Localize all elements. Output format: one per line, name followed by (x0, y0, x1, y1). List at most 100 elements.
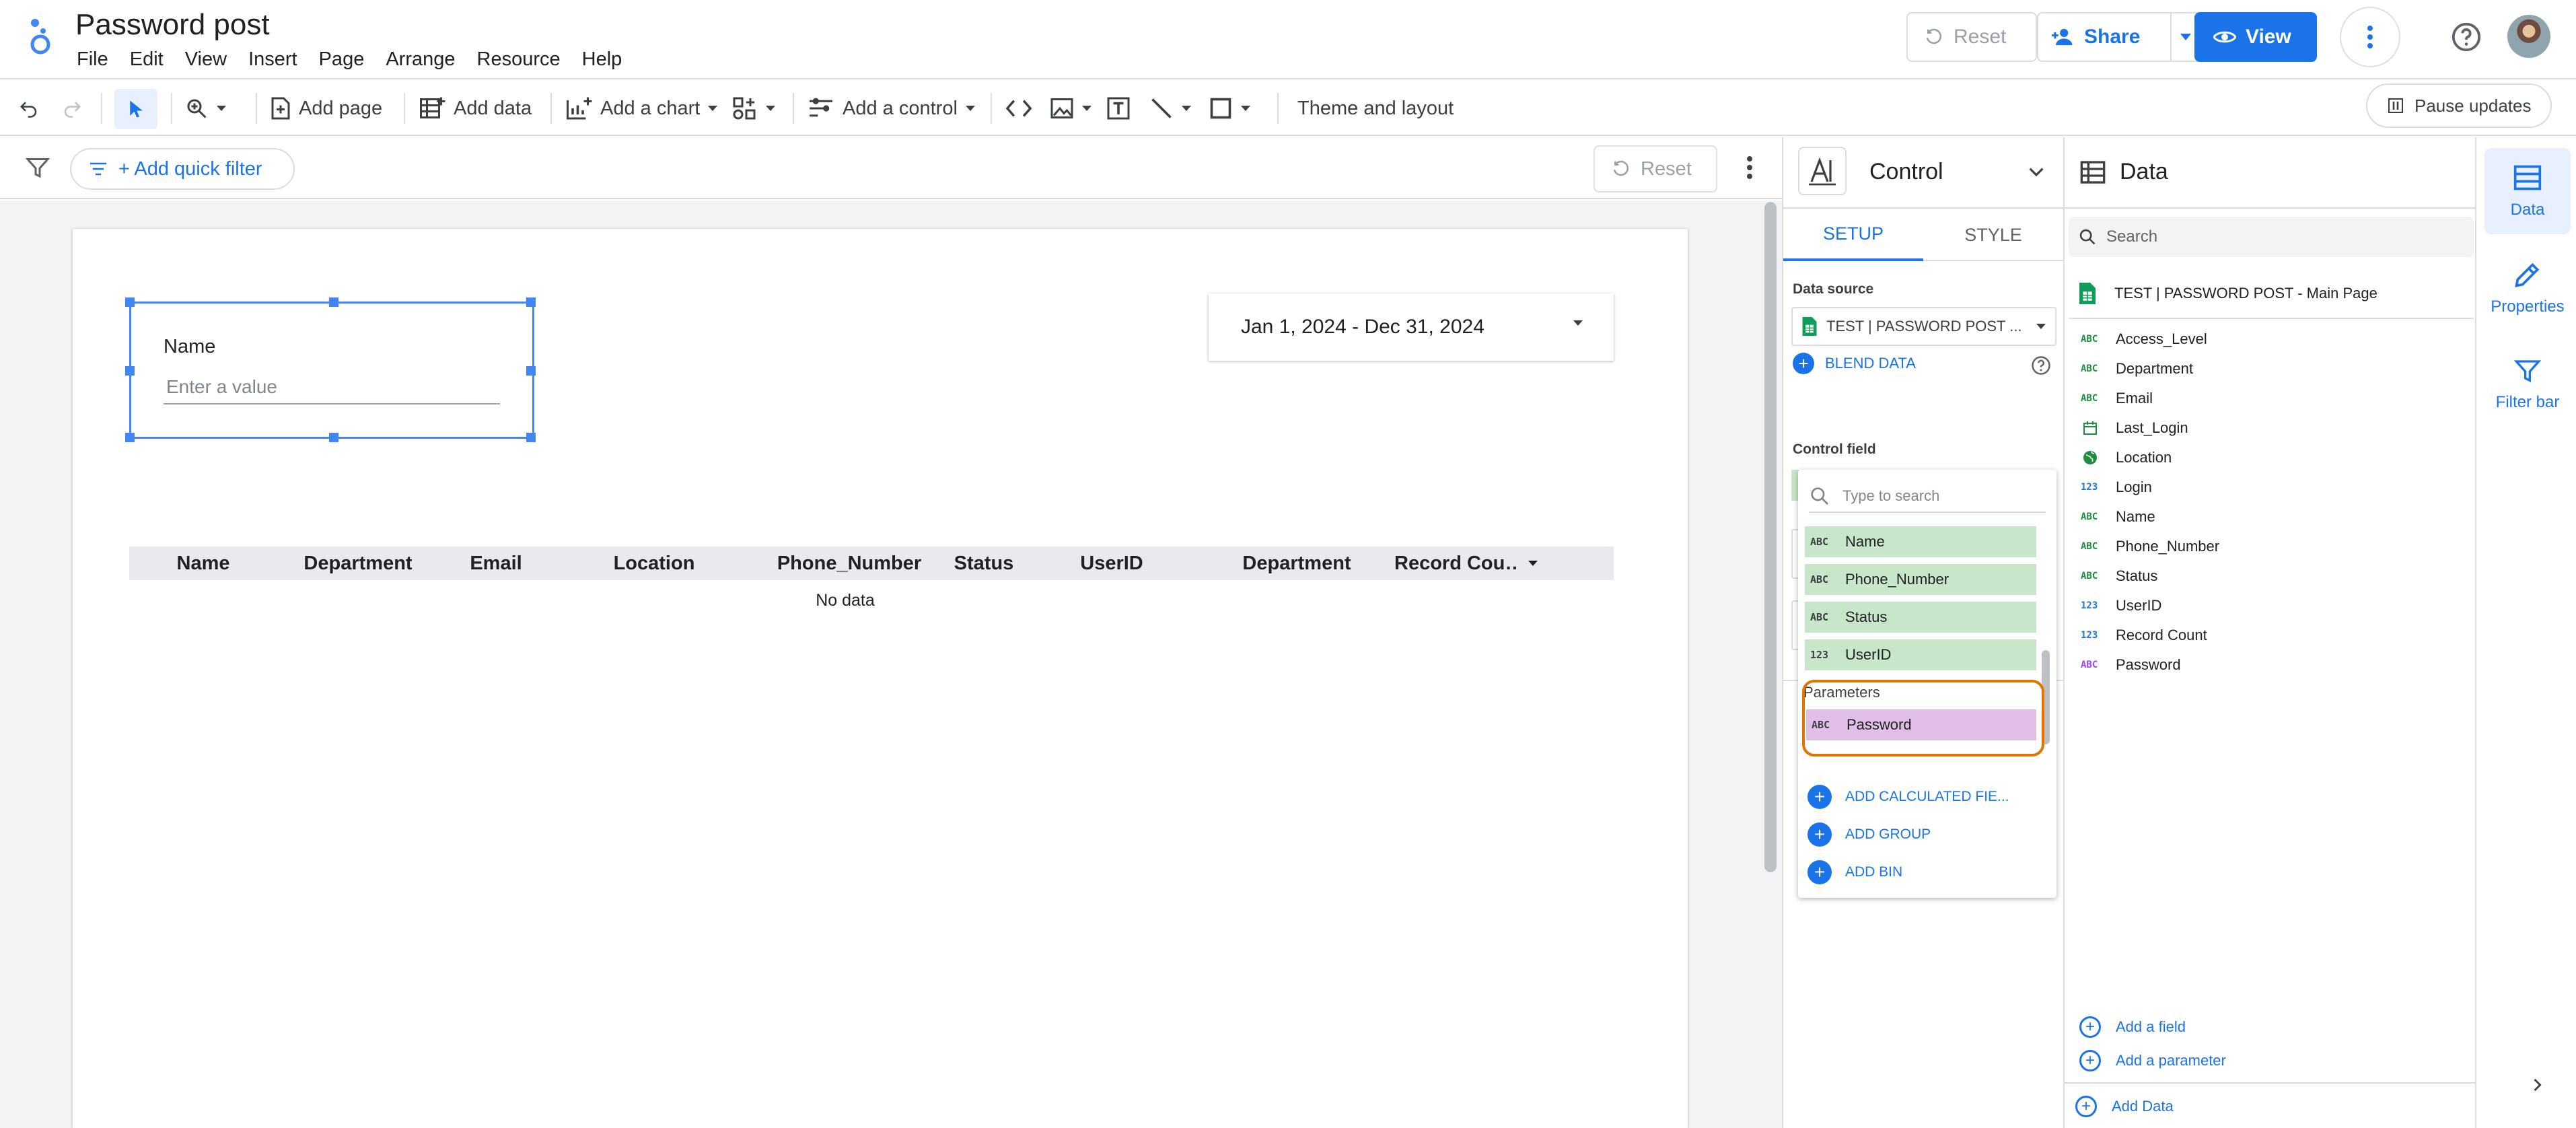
menu-page[interactable]: Page (308, 48, 375, 71)
column-header[interactable]: Phone_Number (755, 553, 943, 575)
more-vert-icon[interactable] (1736, 151, 1763, 184)
field-item[interactable]: 123 Record Count (2081, 621, 2219, 650)
menu-resource[interactable]: Resource (466, 48, 571, 71)
field-option[interactable]: 123 UserID (1805, 639, 2036, 670)
more-options-icon[interactable] (2340, 7, 2400, 67)
add-page-button[interactable]: Add page (271, 81, 382, 136)
tab-style[interactable]: STYLE (1923, 209, 2063, 261)
resize-handle[interactable] (526, 297, 536, 307)
rail-filter-bar-tab[interactable]: Filter bar (2484, 342, 2571, 428)
field-item[interactable]: ABC Email (2081, 384, 2219, 413)
column-header[interactable]: Location (553, 553, 755, 575)
theme-layout-button[interactable]: Theme and layout (1297, 81, 1454, 136)
share-button[interactable]: Share (2037, 12, 2172, 62)
resize-handle[interactable] (125, 366, 135, 376)
resize-handle[interactable] (125, 297, 135, 307)
field-item[interactable]: ABC Access_Level (2081, 324, 2219, 354)
redo-button[interactable] (61, 81, 83, 136)
report-title[interactable]: Password post (75, 8, 270, 42)
name-value-input[interactable]: Enter a value (164, 371, 500, 404)
add-community-viz-button[interactable] (731, 81, 775, 136)
menu-insert[interactable]: Insert (238, 48, 308, 71)
field-item[interactable]: Last_Login (2081, 413, 2219, 443)
column-header[interactable]: Department (277, 553, 439, 575)
chevron-right-icon[interactable] (2528, 1074, 2546, 1096)
add-data-source-button[interactable]: + Add Data (2075, 1096, 2174, 1117)
add-group-button[interactable]: + ADD GROUP (1808, 822, 1931, 847)
canvas-scrollbar[interactable] (1764, 202, 1777, 872)
blend-data-button[interactable]: + BLEND DATA (1793, 353, 1916, 374)
field-search-input[interactable]: Type to search (1809, 481, 2046, 513)
add-image-button[interactable] (1050, 81, 1092, 136)
field-item[interactable]: ABC Name (2081, 502, 2219, 532)
embed-url-button[interactable] (1005, 81, 1032, 136)
field-item[interactable]: 123 Login (2081, 472, 2219, 502)
reset-filters-button[interactable]: Reset (1594, 145, 1717, 192)
field-option[interactable]: ABC Phone_Number (1805, 564, 2036, 595)
add-parameter-button[interactable]: + Add a parameter (2079, 1050, 2226, 1071)
data-source-select[interactable]: TEST | PASSWORD POST ... (1791, 307, 2056, 346)
column-header[interactable]: UserID (1024, 553, 1199, 575)
add-bin-button[interactable]: + ADD BIN (1808, 860, 1902, 884)
menu-edit[interactable]: Edit (119, 48, 174, 71)
add-field-button[interactable]: + Add a field (2079, 1016, 2186, 1038)
menu-file[interactable]: File (75, 48, 119, 71)
add-line-button[interactable] (1149, 81, 1191, 136)
menu-arrange[interactable]: Arrange (375, 48, 466, 71)
add-control-button[interactable]: Add a control (808, 81, 975, 136)
resize-handle[interactable] (526, 433, 536, 442)
resize-handle[interactable] (329, 433, 338, 442)
reset-button[interactable]: Reset (1906, 12, 2037, 62)
resize-handle[interactable] (329, 297, 338, 307)
column-header[interactable]: Name (129, 553, 277, 575)
resize-handle[interactable] (526, 366, 536, 376)
rail-properties-tab[interactable]: Properties (2484, 245, 2571, 331)
column-header[interactable]: Status (943, 553, 1024, 575)
column-header[interactable]: Department (1199, 553, 1394, 575)
column-header[interactable]: Email (439, 553, 553, 575)
add-text-button[interactable] (1106, 81, 1131, 136)
caret-down-icon (1573, 320, 1583, 326)
add-quick-filter-button[interactable]: + Add quick filter (70, 148, 295, 190)
toolbar-divider (404, 93, 405, 124)
filter-icon[interactable] (24, 155, 51, 182)
zoom-button[interactable] (184, 81, 226, 136)
add-chart-button[interactable]: Add a chart (565, 81, 718, 136)
menu-help[interactable]: Help (571, 48, 633, 71)
chevron-down-icon[interactable] (2026, 162, 2047, 183)
name-input-control[interactable]: Name Enter a value (125, 297, 536, 442)
user-avatar[interactable] (2507, 15, 2550, 58)
add-data-button[interactable]: Add data (419, 81, 532, 136)
field-picker-dropdown[interactable]: Type to search ABC Name ABC Phone_Number… (1798, 470, 2056, 898)
data-table[interactable]: Name Department Email Location Phone_Num… (129, 547, 1614, 610)
help-icon[interactable] (2031, 355, 2051, 376)
menu-view[interactable]: View (174, 48, 238, 71)
caret-down-icon (708, 106, 718, 111)
app-header: Password post File Edit View Insert Page… (0, 0, 2576, 79)
field-option[interactable]: ABC Name (1805, 526, 2036, 557)
help-icon[interactable] (2449, 20, 2483, 54)
resize-handle[interactable] (125, 433, 135, 442)
sort-caret-icon[interactable] (1519, 561, 1546, 566)
date-range-control[interactable]: Jan 1, 2024 - Dec 31, 2024 (1209, 293, 1614, 361)
field-item[interactable]: ABC Phone_Number (2081, 532, 2219, 561)
select-tool-button[interactable] (114, 89, 157, 129)
add-calculated-field-button[interactable]: + ADD CALCULATED FIE... (1808, 785, 2009, 809)
field-item[interactable]: 123 UserID (2081, 591, 2219, 621)
field-item[interactable]: ABC Password (2081, 650, 2219, 680)
rail-data-tab[interactable]: Data (2484, 148, 2571, 234)
pause-icon (2388, 98, 2404, 114)
field-item[interactable]: ABC Department (2081, 354, 2219, 384)
add-shape-button[interactable] (1209, 81, 1250, 136)
tab-setup[interactable]: SETUP (1783, 209, 1923, 261)
field-option[interactable]: ABC Status (1805, 602, 2036, 633)
column-header[interactable]: Record Cou… (1394, 553, 1519, 575)
data-source-item[interactable]: TEST | PASSWORD POST - Main Page (2079, 283, 2377, 304)
pause-updates-button[interactable]: Pause updates (2366, 83, 2552, 128)
looker-studio-logo-icon[interactable] (26, 15, 59, 55)
data-search-input[interactable]: Search (2069, 217, 2474, 257)
field-item[interactable]: ABC Status (2081, 561, 2219, 591)
view-button[interactable]: View (2194, 12, 2317, 62)
field-item[interactable]: Location (2081, 443, 2219, 472)
undo-button[interactable] (17, 81, 40, 136)
